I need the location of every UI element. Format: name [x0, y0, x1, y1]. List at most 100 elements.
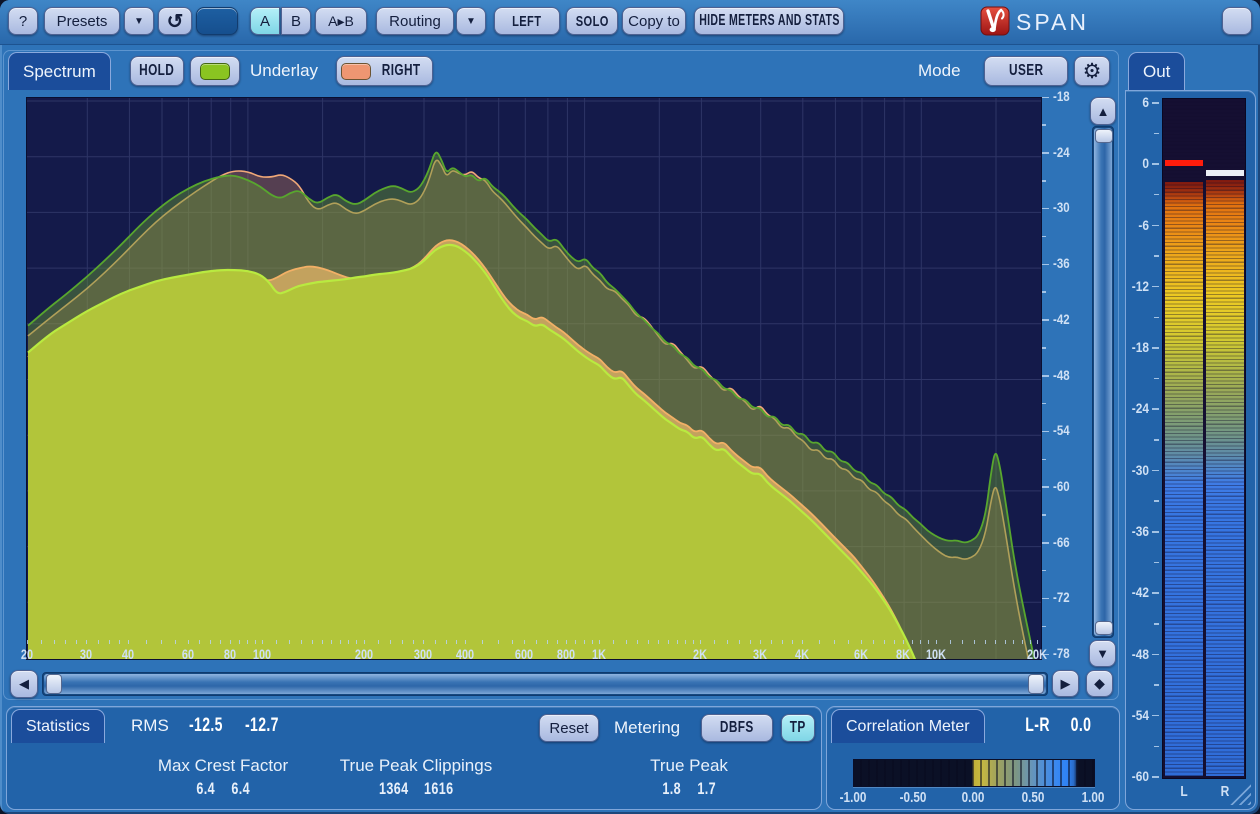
horizontal-scroll-thumb[interactable]	[44, 674, 1046, 694]
underlay-right-button[interactable]: RIGHT	[336, 56, 433, 86]
freq-tick	[413, 640, 414, 644]
freq-label: 40	[122, 646, 134, 662]
orange-swatch-icon	[341, 63, 371, 80]
solo-button[interactable]: SOLO	[566, 7, 618, 35]
menu-button[interactable]	[1222, 7, 1252, 35]
spectrum-color-button[interactable]	[190, 56, 240, 86]
db-tick	[1042, 403, 1046, 405]
correlation-scale-label: 0.00	[962, 789, 985, 806]
freq-tick	[262, 640, 263, 644]
freq-tick	[199, 640, 200, 644]
freq-tick	[685, 640, 686, 644]
hide-meters-button[interactable]: HIDE METERS AND STATS	[694, 7, 844, 35]
copy-a-to-b-button[interactable]: A▸B	[315, 7, 367, 35]
spectrum-plot[interactable]	[26, 97, 1042, 660]
freq-tick	[739, 640, 740, 644]
presets-button[interactable]: Presets	[44, 7, 120, 35]
freq-tick	[456, 640, 457, 644]
freq-tick	[950, 640, 951, 644]
db-tick	[1042, 180, 1046, 182]
blank-indicator-button[interactable]	[196, 7, 238, 35]
help-button[interactable]: ?	[8, 7, 38, 35]
true-peak-toggle-button[interactable]: TP	[781, 714, 815, 742]
correlation-scale-label: 0.50	[1022, 789, 1045, 806]
rms-left-value: -12.5	[183, 715, 229, 737]
out-db-label: -12	[1129, 278, 1149, 294]
scroll-down-button[interactable]: ▼	[1089, 640, 1116, 667]
freq-tick	[861, 640, 862, 644]
freq-tick	[340, 640, 341, 644]
copy-to-button[interactable]: Copy to	[622, 7, 686, 35]
freq-tick	[1013, 640, 1014, 644]
vertical-scrollbar[interactable]	[1092, 126, 1114, 638]
mode-label: Mode	[918, 61, 961, 81]
ab-select-a-button[interactable]: A	[250, 7, 280, 35]
mode-value-button[interactable]: USER	[984, 56, 1068, 86]
channel-label: L	[1180, 783, 1187, 800]
correlation-scale: -1.00-0.500.000.501.00	[853, 787, 1093, 807]
scroll-up-button[interactable]: ▲	[1090, 97, 1116, 125]
freq-tick	[402, 640, 403, 644]
freq-tick	[1005, 640, 1006, 644]
scroll-left-button[interactable]: ◀	[10, 670, 38, 698]
routing-button[interactable]: Routing	[376, 7, 454, 35]
settings-button[interactable]: ⚙	[1074, 56, 1110, 86]
statistics-tab-label: Statistics	[26, 718, 90, 736]
freq-tick	[109, 640, 110, 644]
correlation-bar-segments	[854, 760, 1094, 786]
metering-mode-button[interactable]: DBFS	[701, 714, 773, 742]
freq-tick	[446, 640, 447, 644]
db-tick	[1042, 152, 1049, 154]
freq-tick	[41, 640, 42, 644]
freq-tick	[995, 640, 996, 644]
horizontal-scrollbar[interactable]	[42, 672, 1048, 696]
out-meter-area: 60-6-12-18-24-30-36-42-48-54-60 LR	[1125, 48, 1256, 810]
statistics-panel: Statistics RMS -12.5 -12.7 Reset Meterin…	[6, 706, 822, 810]
freq-label: 1K	[592, 646, 606, 662]
db-tick	[1042, 208, 1049, 210]
freq-tick	[312, 640, 313, 644]
frequency-axis: 20304060801002003004006008001K2K3K4K6K8K…	[26, 638, 1040, 668]
correlation-panel: Correlation Meter L-R 0.0 -1.00-0.500.00…	[826, 706, 1120, 810]
freq-tick	[220, 640, 221, 644]
freq-tick	[648, 640, 649, 644]
out-db-label: 6	[1129, 94, 1149, 110]
solo-label: SOLO	[576, 13, 609, 30]
zoom-reset-button[interactable]: ◆	[1086, 670, 1113, 697]
chevron-down-icon: ▼	[134, 16, 144, 27]
routing-dropdown-button[interactable]: ▼	[456, 7, 486, 35]
freq-tick	[792, 640, 793, 644]
freq-tick	[575, 640, 576, 644]
freq-tick	[782, 640, 783, 644]
freq-tick	[613, 640, 614, 644]
freq-tick	[301, 640, 302, 644]
freq-label: 8K	[896, 646, 910, 662]
meter-bar-R	[1206, 180, 1244, 776]
tab-statistics[interactable]: Statistics	[11, 709, 105, 743]
presets-dropdown-button[interactable]: ▼	[124, 7, 154, 35]
db-tick	[1042, 347, 1046, 349]
left-label: LEFT	[512, 13, 541, 30]
freq-label: 400	[456, 646, 474, 662]
freq-tick	[86, 640, 87, 644]
db-tick	[1042, 264, 1049, 266]
tab-correlation-meter[interactable]: Correlation Meter	[831, 709, 985, 743]
freq-tick	[884, 640, 885, 644]
tab-spectrum[interactable]: Spectrum	[8, 52, 111, 90]
reset-button[interactable]: Reset	[539, 714, 599, 742]
level-meter[interactable]	[1162, 98, 1246, 779]
freq-tick	[289, 640, 290, 644]
correlation-bar	[853, 759, 1095, 787]
freq-tick	[962, 640, 963, 644]
right-label: RIGHT	[382, 62, 421, 80]
channel-left-button[interactable]: LEFT	[494, 7, 560, 35]
freq-tick	[54, 640, 55, 644]
out-tick	[1154, 255, 1159, 257]
vertical-scroll-thumb[interactable]	[1094, 128, 1112, 636]
scroll-right-button[interactable]: ▶	[1052, 670, 1079, 697]
undo-button[interactable]: ↺	[158, 7, 192, 35]
reset-label: Reset	[549, 720, 588, 737]
ab-select-b-button[interactable]: B	[281, 7, 311, 35]
underlay-label: Underlay	[250, 61, 318, 81]
hold-button[interactable]: HOLD	[130, 56, 184, 86]
